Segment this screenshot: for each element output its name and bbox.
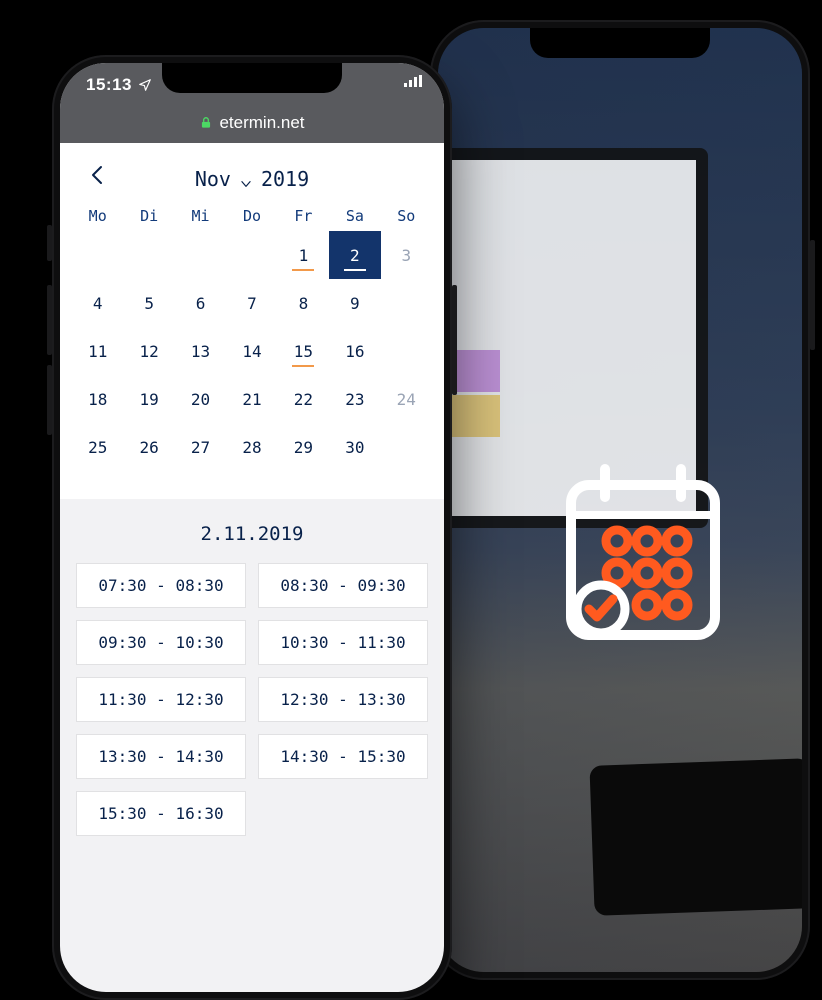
day-cell[interactable]: 13 xyxy=(175,327,226,375)
day-cell[interactable]: 30 xyxy=(329,423,380,471)
weekday-label: Do xyxy=(226,207,277,225)
booking-phone: 15:13 etermin.net xyxy=(52,55,452,1000)
promo-phone xyxy=(430,20,810,980)
day-cell[interactable]: 18 xyxy=(72,375,123,423)
day-cell xyxy=(226,231,277,279)
month-picker[interactable]: Nov 2019 xyxy=(195,167,309,191)
chevron-down-icon xyxy=(239,172,253,186)
day-cell[interactable]: 3 xyxy=(381,231,432,279)
day-cell xyxy=(381,423,432,471)
selected-date-label: 2.11.2019 xyxy=(76,523,428,545)
day-cell xyxy=(123,231,174,279)
day-cell[interactable]: 2 xyxy=(329,231,380,279)
timeslot-grid: 07:30 - 08:30 08:30 - 09:30 09:30 - 10:30 1… xyxy=(76,563,428,836)
timeslot-button[interactable]: 11:30 - 12:30 xyxy=(76,677,246,722)
day-cell xyxy=(72,231,123,279)
weekday-label: So xyxy=(381,207,432,225)
day-cell xyxy=(381,279,432,327)
day-cell[interactable]: 20 xyxy=(175,375,226,423)
day-cell[interactable]: 29 xyxy=(278,423,329,471)
day-cell xyxy=(381,327,432,375)
timeslot-button[interactable]: 12:30 - 13:30 xyxy=(258,677,428,722)
day-cell[interactable]: 1 xyxy=(278,231,329,279)
day-cell[interactable]: 21 xyxy=(226,375,277,423)
day-cell[interactable]: 16 xyxy=(329,327,380,375)
lock-icon xyxy=(199,116,213,130)
desk-tablet-image xyxy=(589,758,802,916)
calendar-card: Nov 2019 MoDiMiDoFrSaSo 1234567891112131… xyxy=(60,143,444,499)
day-cell[interactable]: 8 xyxy=(278,279,329,327)
back-button[interactable] xyxy=(86,163,110,187)
day-cell[interactable]: 22 xyxy=(278,375,329,423)
day-cell[interactable]: 25 xyxy=(72,423,123,471)
year-label: 2019 xyxy=(261,167,309,191)
timeslot-button[interactable]: 13:30 - 14:30 xyxy=(76,734,246,779)
timeslot-section: 2.11.2019 07:30 - 08:30 08:30 - 09:30 09:3… xyxy=(60,499,444,836)
day-cell[interactable]: 12 xyxy=(123,327,174,375)
day-cell[interactable]: 9 xyxy=(329,279,380,327)
timeslot-button[interactable]: 14:30 - 15:30 xyxy=(258,734,428,779)
day-cell[interactable]: 23 xyxy=(329,375,380,423)
url-bar[interactable]: etermin.net xyxy=(60,113,444,133)
day-cell[interactable]: 5 xyxy=(123,279,174,327)
day-cell[interactable]: 27 xyxy=(175,423,226,471)
day-cell[interactable]: 11 xyxy=(72,327,123,375)
calendar-grid: 1234567891112131415161819202122232425262… xyxy=(72,231,432,471)
day-cell[interactable]: 19 xyxy=(123,375,174,423)
day-cell[interactable]: 14 xyxy=(226,327,277,375)
timeslot-button[interactable]: 10:30 - 11:30 xyxy=(258,620,428,665)
day-cell[interactable]: 7 xyxy=(226,279,277,327)
timeslot-button[interactable]: 07:30 - 08:30 xyxy=(76,563,246,608)
day-cell[interactable]: 4 xyxy=(72,279,123,327)
day-cell[interactable]: 28 xyxy=(226,423,277,471)
promo-screen xyxy=(438,28,802,972)
timeslot-button[interactable]: 15:30 - 16:30 xyxy=(76,791,246,836)
status-time: 15:13 xyxy=(86,75,152,95)
day-cell[interactable]: 15 xyxy=(278,327,329,375)
weekday-label: Sa xyxy=(329,207,380,225)
url-domain: etermin.net xyxy=(219,113,304,133)
month-label: Nov xyxy=(195,167,231,191)
status-right xyxy=(404,75,422,87)
weekday-label: Fr xyxy=(278,207,329,225)
location-arrow-icon xyxy=(138,78,152,92)
weekday-label: Mo xyxy=(72,207,123,225)
day-cell[interactable]: 6 xyxy=(175,279,226,327)
weekday-header: MoDiMiDoFrSaSo xyxy=(72,207,432,225)
day-cell xyxy=(175,231,226,279)
weekday-label: Mi xyxy=(175,207,226,225)
day-cell[interactable]: 26 xyxy=(123,423,174,471)
day-cell[interactable]: 24 xyxy=(381,375,432,423)
signal-icon xyxy=(404,75,422,87)
weekday-label: Di xyxy=(123,207,174,225)
timeslot-button[interactable]: 08:30 - 09:30 xyxy=(258,563,428,608)
timeslot-button[interactable]: 09:30 - 10:30 xyxy=(76,620,246,665)
calendar-booking-icon xyxy=(553,463,733,653)
